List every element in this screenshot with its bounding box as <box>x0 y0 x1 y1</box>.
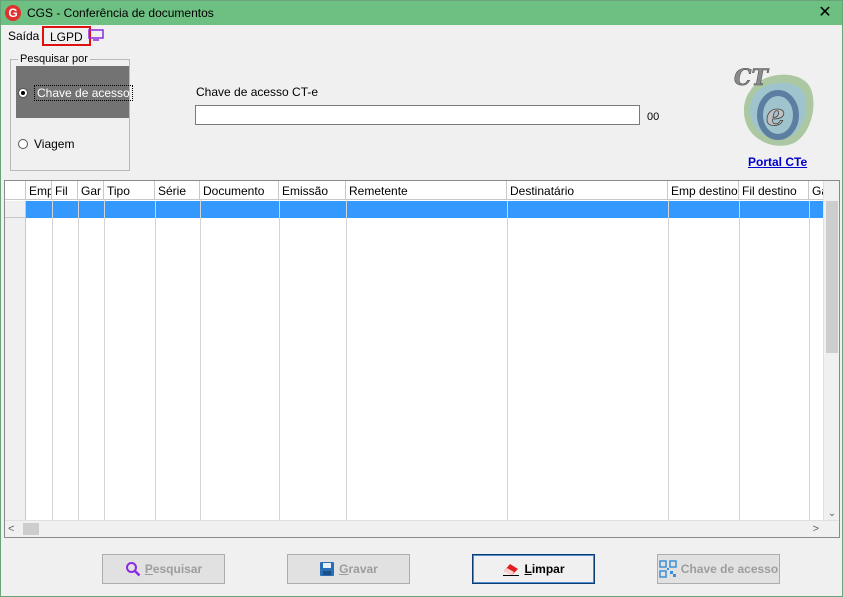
vertical-scroll-thumb[interactable] <box>826 201 838 353</box>
cte-logo-text: CT <box>734 65 770 91</box>
main-window: G CGS - Conferência de documentos ✕ Saíd… <box>0 0 843 597</box>
column-divider <box>78 201 79 521</box>
column-header[interactable]: Tipo <box>104 181 155 200</box>
svg-text:e: e <box>766 98 785 133</box>
column-divider <box>346 201 347 521</box>
column-divider <box>739 201 740 521</box>
search-by-legend: Pesquisar por <box>18 53 90 65</box>
horizontal-scroll-thumb[interactable] <box>23 523 39 535</box>
close-button[interactable]: ✕ <box>814 3 836 23</box>
column-header[interactable]: Fil destino <box>739 181 809 200</box>
column-divider <box>104 201 105 521</box>
pesquisar-button[interactable]: Pesquisar <box>102 554 225 584</box>
scroll-right-icon[interactable]: > <box>813 523 819 535</box>
column-divider <box>668 201 669 521</box>
radio-label: Viagem <box>34 137 75 151</box>
app-logo-icon: G <box>5 5 21 21</box>
column-divider <box>507 201 508 521</box>
row-indicator[interactable] <box>5 201 26 218</box>
column-header[interactable]: Emissão <box>279 181 346 200</box>
column-divider <box>809 201 810 521</box>
portal-cte-link[interactable]: Portal CTe <box>748 155 807 169</box>
row-header-column <box>5 218 26 521</box>
menu-saida[interactable]: Saída <box>8 29 39 43</box>
radio-unchecked-icon <box>18 139 28 149</box>
chave-label: Chave de acesso CT-e <box>196 85 319 99</box>
pesquisar-label: Pesquisar <box>144 562 203 576</box>
save-icon <box>320 562 335 576</box>
column-header[interactable]: Documento <box>200 181 279 200</box>
radio-viagem[interactable]: Viagem <box>18 137 74 151</box>
column-header[interactable]: Emp <box>26 181 52 200</box>
column-header[interactable]: Destinatário <box>507 181 668 200</box>
vertical-scrollbar[interactable]: ⌄ <box>823 181 839 521</box>
column-header[interactable]: Emp destino <box>668 181 739 200</box>
chave-digit-count: 00 <box>647 111 660 123</box>
menu-bar: Saída LGPD <box>1 25 842 46</box>
column-header[interactable]: Gar <box>78 181 104 200</box>
column-divider <box>52 201 53 521</box>
window-title: CGS - Conferência de documentos <box>27 6 214 20</box>
limpar-button[interactable]: Limpar <box>472 554 595 584</box>
scroll-left-icon[interactable]: < <box>8 523 14 535</box>
gravar-button[interactable]: Gravar <box>287 554 410 584</box>
column-divider <box>279 201 280 521</box>
radio-label: Chave de acesso <box>34 85 133 101</box>
gravar-label: Gravar <box>339 562 378 576</box>
radio-chave-de-acesso[interactable]: Chave de acesso <box>18 85 133 101</box>
column-header[interactable]: Série <box>155 181 200 200</box>
cte-logo-icon[interactable]: CT e <box>732 63 818 151</box>
column-header[interactable]: Fil <box>52 181 78 200</box>
eraser-icon <box>503 564 520 576</box>
search-icon <box>125 562 141 577</box>
scroll-down-icon[interactable]: ⌄ <box>824 508 839 519</box>
limpar-label: Limpar <box>524 562 565 576</box>
qr-icon <box>659 560 677 578</box>
menu-lgpd[interactable]: LGPD <box>42 26 91 46</box>
column-divider <box>155 201 156 521</box>
selected-row[interactable] <box>26 201 825 218</box>
chave-de-acesso-label: Chave de acesso <box>680 562 779 576</box>
chave-de-acesso-button[interactable]: Chave de acesso <box>657 554 780 584</box>
documents-grid[interactable]: Emp Fil Gar Tipo Série Documento Emissão… <box>4 180 840 538</box>
title-bar: G CGS - Conferência de documentos ✕ <box>1 1 842 25</box>
radio-checked-icon <box>18 88 28 98</box>
column-header[interactable]: Remetente <box>346 181 507 200</box>
monitor-icon[interactable] <box>88 29 104 41</box>
horizontal-scrollbar[interactable]: < > <box>5 520 839 537</box>
column-divider <box>200 201 201 521</box>
grid-header: Emp Fil Gar Tipo Série Documento Emissão… <box>5 181 825 200</box>
chave-input[interactable] <box>195 105 640 125</box>
row-header-corner <box>5 181 26 200</box>
